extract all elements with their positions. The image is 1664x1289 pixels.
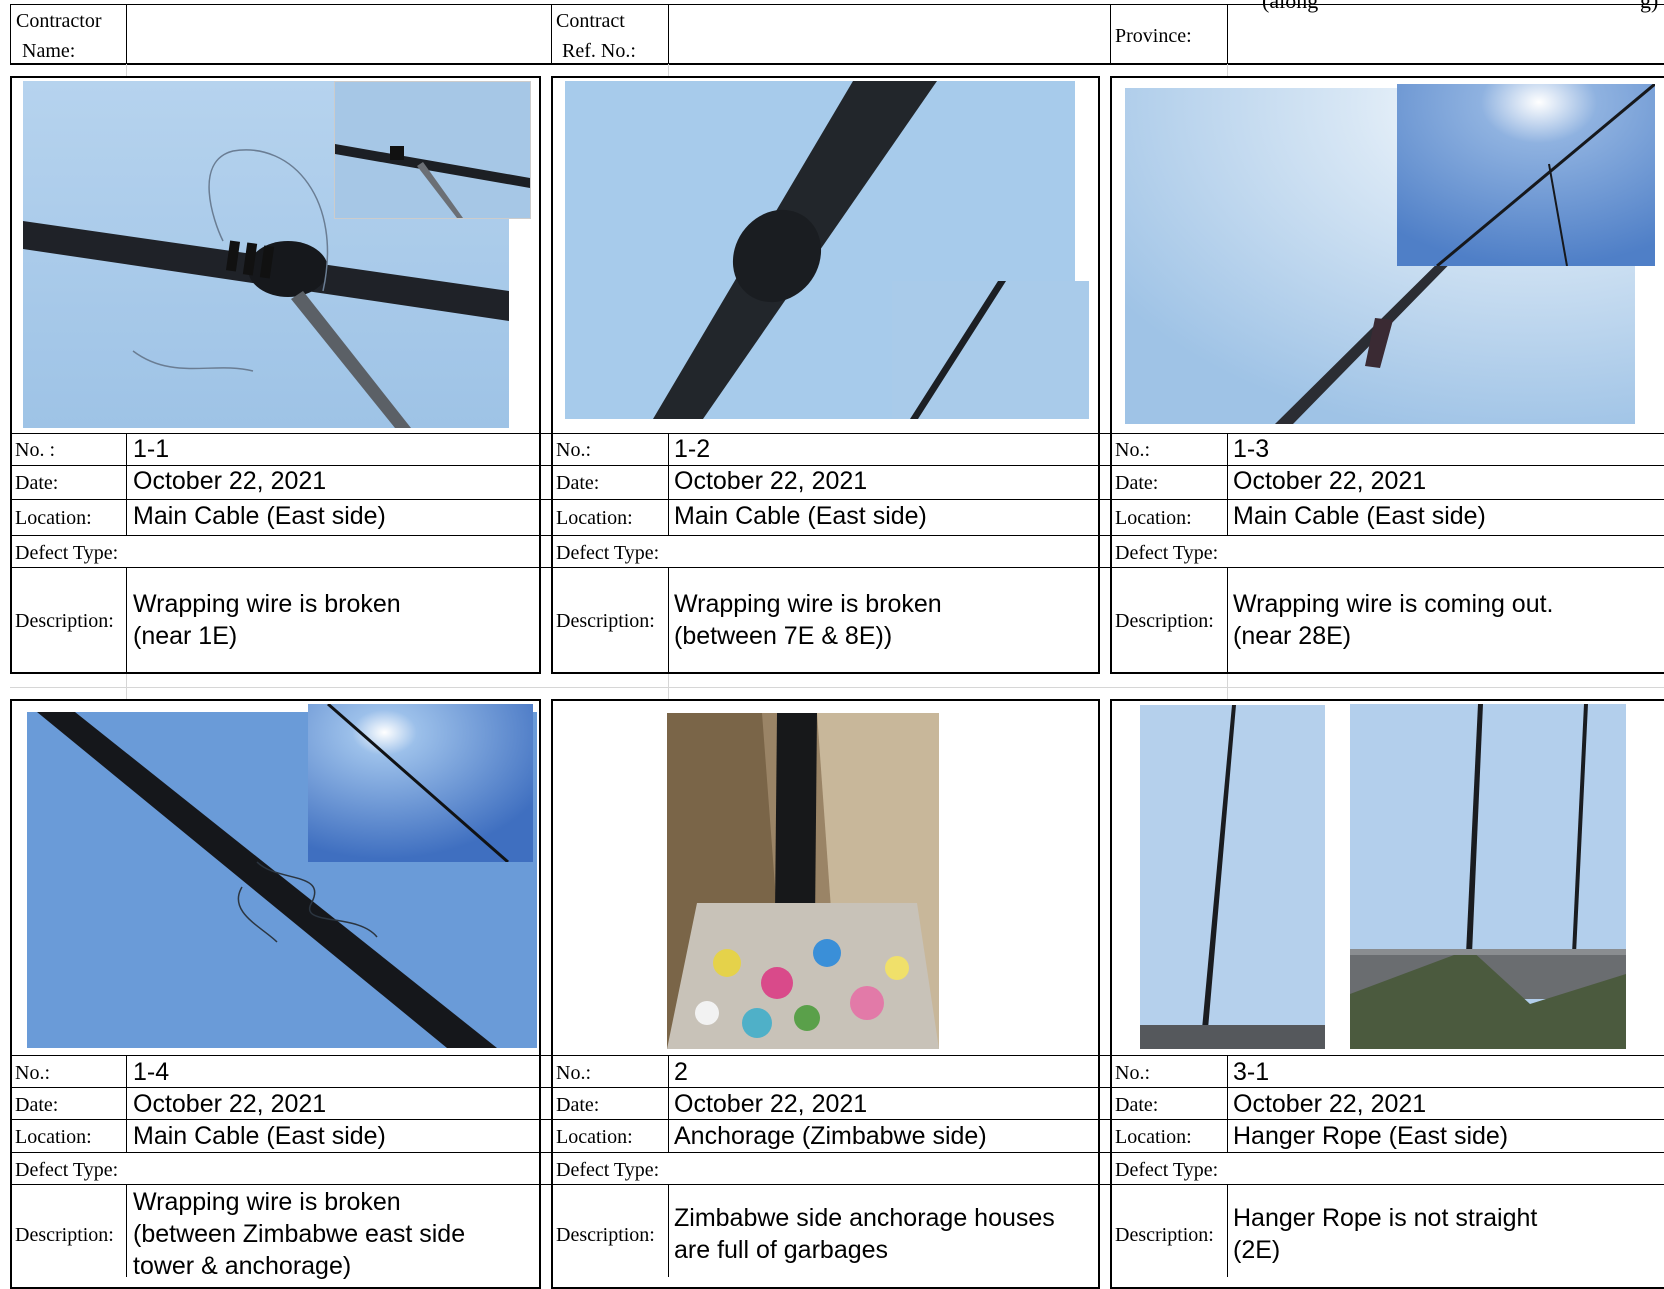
defect-type-label: Defect Type: [1115, 542, 1219, 564]
date-label: Date: [15, 1094, 59, 1116]
location-label: Location: [556, 507, 633, 529]
defect-type-label: Defect Type: [15, 542, 119, 564]
no-label: No.: [1115, 439, 1150, 461]
date-value: October 22, 2021 [133, 467, 327, 495]
no-value: 1-2 [674, 435, 711, 463]
location-label: Location: [556, 1126, 633, 1148]
description-value: Wrapping wire is coming out. (near 28E) [1233, 590, 1554, 650]
description-label: Description: [1115, 1224, 1214, 1246]
defect-photo-inset [334, 81, 531, 219]
location-value: Main Cable (East side) [1233, 502, 1486, 530]
defect-photo-inset [892, 281, 1089, 419]
no-label: No.: [556, 439, 591, 461]
description-value: Zimbabwe side anchorage houses are full … [674, 1204, 1055, 1264]
location-label: Location: [1115, 507, 1192, 529]
description-value: Wrapping wire is broken (near 1E) [133, 590, 401, 650]
header-fragment: (along [1262, 0, 1319, 13]
date-label: Date: [556, 472, 600, 494]
location-label: Location: [15, 507, 92, 529]
no-label: No.: [15, 1062, 50, 1084]
description-label: Description: [556, 1224, 655, 1246]
date-value: October 22, 2021 [133, 1090, 327, 1118]
date-value: October 22, 2021 [674, 467, 868, 495]
contractor-label: Contractor [16, 10, 102, 32]
location-value: Anchorage (Zimbabwe side) [674, 1122, 987, 1150]
defect-photo-inset [1397, 84, 1655, 266]
location-value: Main Cable (East side) [133, 502, 386, 530]
no-label: No.: [1115, 1062, 1150, 1084]
header-fragment-end: g) [1640, 0, 1659, 13]
no-label: No. : [15, 439, 55, 461]
province-label: Province: [1115, 25, 1192, 47]
defect-photo [1350, 704, 1626, 1049]
description-label: Description: [556, 610, 655, 632]
contract-label: Contract [556, 10, 625, 32]
no-value: 1-1 [133, 435, 170, 463]
defect-type-label: Defect Type: [556, 542, 660, 564]
date-label: Date: [1115, 1094, 1159, 1116]
date-value: October 22, 2021 [1233, 1090, 1427, 1118]
no-label: No.: [556, 1062, 591, 1084]
location-value: Main Cable (East side) [674, 502, 927, 530]
location-label: Location: [15, 1126, 92, 1148]
defect-type-label: Defect Type: [15, 1159, 119, 1181]
location-value: Hanger Rope (East side) [1233, 1122, 1509, 1150]
contract-label-2: Ref. No.: [562, 40, 636, 62]
defect-photo-inset [308, 704, 533, 862]
defect-type-label: Defect Type: [556, 1159, 660, 1181]
date-label: Date: [1115, 472, 1159, 494]
no-value: 2 [674, 1058, 688, 1086]
contractor-label-2: Name: [22, 40, 76, 62]
description-value: Wrapping wire is broken (between 7E & 8E… [674, 590, 942, 650]
description-label: Description: [15, 610, 114, 632]
defect-photo [1140, 705, 1325, 1049]
description-value: Hanger Rope is not straight (2E) [1233, 1204, 1538, 1264]
description-value: Wrapping wire is broken (between Zimbabw… [133, 1188, 466, 1280]
location-label: Location: [1115, 1126, 1192, 1148]
date-value: October 22, 2021 [674, 1090, 868, 1118]
date-label: Date: [15, 472, 59, 494]
no-value: 1-4 [133, 1058, 170, 1086]
defect-type-label: Defect Type: [1115, 1159, 1219, 1181]
description-label: Description: [15, 1224, 114, 1246]
no-value: 1-3 [1233, 435, 1270, 463]
no-value: 3-1 [1233, 1058, 1270, 1086]
location-value: Main Cable (East side) [133, 1122, 386, 1150]
date-value: October 22, 2021 [1233, 467, 1427, 495]
date-label: Date: [556, 1094, 600, 1116]
defect-photo [667, 713, 939, 1049]
description-label: Description: [1115, 610, 1214, 632]
